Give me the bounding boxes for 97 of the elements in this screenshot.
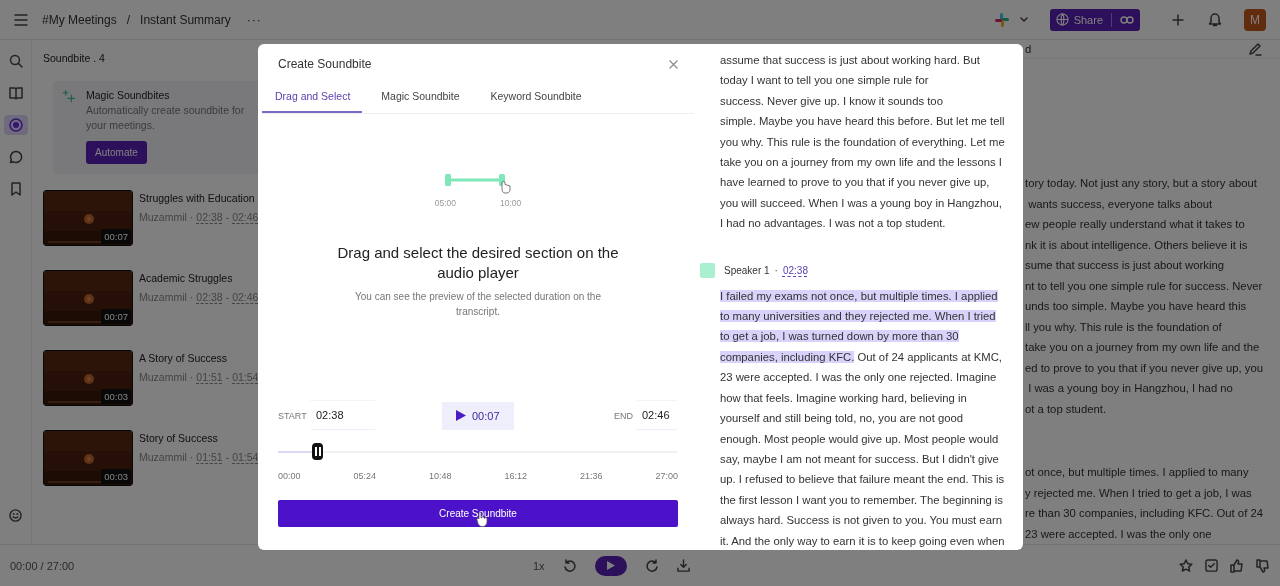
rewind-icon[interactable] xyxy=(562,558,577,573)
promo-text: Automatically create soundbite for your meetings. xyxy=(86,103,246,133)
transcript-paragraph: ot once, but multiple times. I applied to many y rejected me. When I tried to get a job, I was re than 30 companies, including KFC. Out of 24 23 were accepted. I was the only one xyxy=(1025,465,1264,542)
duration-label: 00:07 xyxy=(101,309,131,324)
link-icon[interactable] xyxy=(1120,14,1134,25)
play-icon xyxy=(456,410,466,422)
promo-title: Magic Soundbites xyxy=(86,89,171,101)
book-icon[interactable] xyxy=(8,86,23,100)
duration-label: 00:03 xyxy=(101,389,131,404)
range-separator: - xyxy=(225,371,230,383)
range-separator: - xyxy=(225,291,230,303)
thumbs-up-icon[interactable] xyxy=(1230,558,1244,573)
tick-label: 00:00 xyxy=(278,470,301,481)
timestamp-link[interactable]: 01:51 xyxy=(196,451,223,463)
tick-label: 21:36 xyxy=(579,470,603,481)
breadcrumb-link[interactable]: Instant Summary xyxy=(140,12,231,27)
panel-title: Soundbite . 4 xyxy=(43,52,106,66)
time-label: 10:00 xyxy=(500,198,522,208)
thumbs-down-icon[interactable] xyxy=(1256,558,1270,573)
end-time-field[interactable]: 02:46 xyxy=(636,401,678,431)
header-text: d xyxy=(1025,43,1032,55)
create-soundbite-button[interactable]: Create Soundbite xyxy=(278,499,678,527)
chat-icon[interactable] xyxy=(8,150,23,164)
edit-icon[interactable] xyxy=(1248,42,1262,56)
timestamp-link[interactable]: 02:38 xyxy=(196,211,223,223)
user-avatar[interactable]: M xyxy=(1244,8,1266,31)
close-icon[interactable] xyxy=(669,59,678,69)
integration-icon[interactable] xyxy=(993,11,1010,28)
chevron-down-icon[interactable] xyxy=(1019,16,1028,23)
automate-button[interactable]: Automate xyxy=(86,141,147,164)
speaker-avatar xyxy=(700,263,715,279)
play-button[interactable] xyxy=(594,555,627,576)
speaker-name: Speaker 1 xyxy=(724,265,770,277)
share-button[interactable]: Share xyxy=(1049,8,1140,31)
playback-time: 00:00 / 27:00 xyxy=(10,559,76,572)
tick-label: 27:00 xyxy=(655,470,678,481)
bookmark-icon[interactable] xyxy=(9,182,22,196)
timestamp-link[interactable]: 02:46 xyxy=(232,211,259,223)
transcript-paragraph: I failed my exams not once, but multiple times. I applied to many universities and they rejected me. When I tried to get a job, I was turned down by more than 30 companies, including KFC. Out of 24 applicants at KMC, 23 were accepted. I was the only one rejected. Imagine how that feels. Imagine working hard, believing in yourself and still being told, no, you are not good enough. Most people would give up. Most people would say, maybe I am not meant for success. But I didn't give up. I refused to believe that failure meant the end. This is the first lesson I want you to remember. The beginning is always hard. Success is not given to you. You must earn it. And the only way to earn it is to keep going even when xyxy=(720,288,1006,549)
duration-label: 00:03 xyxy=(101,469,131,484)
breadcrumb-link[interactable]: #My Meetings xyxy=(42,12,117,27)
meta-separator: · xyxy=(189,211,194,223)
tick-label: 16:12 xyxy=(504,470,527,481)
author-name: Muzammil xyxy=(139,371,187,383)
search-icon[interactable] xyxy=(8,54,23,68)
smiley-icon[interactable] xyxy=(9,509,22,522)
plus-icon[interactable] xyxy=(1172,13,1184,26)
tab[interactable]: Keyword Soundbite xyxy=(477,84,594,113)
end-label: END xyxy=(614,410,634,421)
soundbite-title[interactable]: Story of Success xyxy=(139,432,259,444)
timestamp-link[interactable]: 01:51 xyxy=(196,371,223,383)
preview-play-button[interactable]: 00:07 xyxy=(442,401,514,430)
checkbox-icon[interactable] xyxy=(1205,559,1218,572)
breadcrumb-separator: / xyxy=(126,12,131,27)
slider-handle[interactable] xyxy=(312,442,323,460)
soundbite-title[interactable]: Academic Struggles xyxy=(139,272,259,284)
instruction-heading: Drag and select the desired section on the audio player xyxy=(336,243,620,283)
timestamp-link[interactable]: 02:46 xyxy=(232,291,259,303)
soundbite-title[interactable]: A Story of Success xyxy=(139,352,259,364)
time-label: 05:00 xyxy=(434,198,456,208)
meta-separator: · xyxy=(189,371,194,383)
transcript-paragraph: assume that success is just about working hard. But today I want to tell you one simple rule for success. Never give up. I know it sounds too simple. Maybe you have heard this before. But let me tell you why. This rule is the foundation of everything. Let me take you on a journey from my own life and the lessons I have learned to prove to you that if you never give up, you will succeed. When I was a young boy in Hangzhou, I had no advantages. I was not a top student. xyxy=(720,53,1006,232)
start-label: START xyxy=(278,410,308,421)
speed-button[interactable]: 1x xyxy=(533,559,545,572)
target-icon[interactable] xyxy=(8,118,23,132)
tab[interactable]: Drag and Select xyxy=(262,84,363,113)
bell-icon[interactable] xyxy=(1208,12,1222,27)
duration-label: 00:07 xyxy=(101,229,131,244)
globe-icon xyxy=(1055,13,1069,26)
transcript-paragraph: tory today. Not just any story, but a story about wants success, everyone talks about ew people really understand what it takes to nk it is about intelligence. Others believe it is sume that success is just about working nt to tell you one simple rule for success. Never unds too simple. Maybe you have heard this ll you why. This rule is the foundation of take you on a journey from my own life and the ed to prove to you that if you never give up, you I was a young boy in Hangzhou, I had no ot a top student. xyxy=(1025,176,1264,417)
instruction-text: You can see the preview of the selected duration on the transcript. xyxy=(354,290,602,319)
menu-icon[interactable] xyxy=(14,13,28,26)
meta-separator: · xyxy=(774,265,778,277)
download-icon[interactable] xyxy=(676,559,690,572)
timestamp-link[interactable]: 02:38 xyxy=(782,265,808,277)
author-name: Muzammil xyxy=(139,291,187,303)
author-name: Muzammil xyxy=(139,211,187,223)
start-time-field[interactable]: 02:38 xyxy=(310,401,376,431)
tick-label: 10:48 xyxy=(428,470,452,481)
timestamp-link[interactable]: 01:54 xyxy=(232,451,259,463)
meta-separator: · xyxy=(189,451,194,463)
range-selection-drawing xyxy=(445,174,511,196)
star-icon[interactable] xyxy=(1179,558,1193,573)
tab[interactable]: Magic Soundbite xyxy=(368,84,472,113)
sparkle-icon xyxy=(61,89,76,104)
more-button[interactable]: ··· xyxy=(246,12,262,27)
forward-icon[interactable] xyxy=(644,558,659,573)
dialog-title: Create Soundbite xyxy=(278,57,372,71)
timestamp-link[interactable]: 01:54 xyxy=(232,371,259,383)
author-name: Muzammil xyxy=(139,451,187,463)
range-separator: - xyxy=(225,451,230,463)
play-icon xyxy=(606,561,615,570)
soundbite-title[interactable]: Struggles with Education xyxy=(139,192,259,204)
timestamp-link[interactable]: 02:38 xyxy=(196,291,223,303)
range-separator: - xyxy=(225,211,230,223)
meta-separator: · xyxy=(189,291,194,303)
tick-label: 05:24 xyxy=(353,470,376,481)
